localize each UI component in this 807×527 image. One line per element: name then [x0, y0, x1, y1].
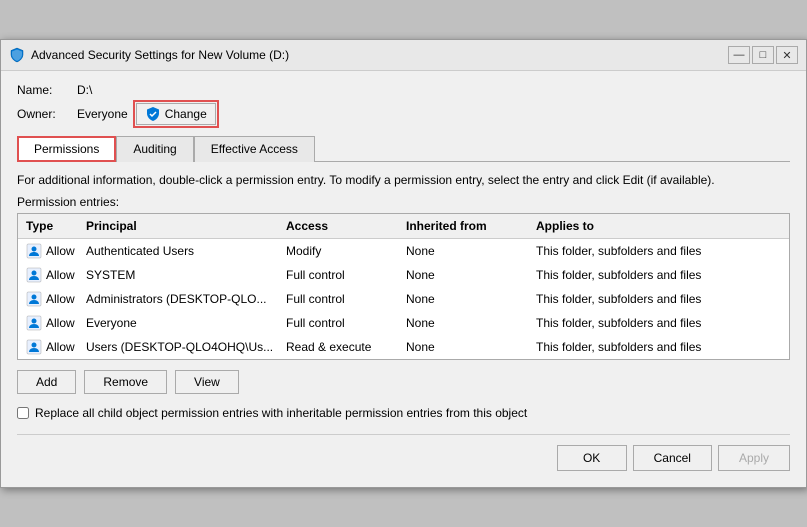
main-window: Advanced Security Settings for New Volum… — [0, 39, 807, 488]
perm-applies-to: This folder, subfolders and files — [532, 338, 742, 356]
add-button[interactable]: Add — [17, 370, 76, 394]
name-value: D:\ — [77, 83, 92, 97]
section-label: Permission entries: — [17, 195, 790, 209]
user-icon — [26, 339, 42, 355]
change-shield-icon — [145, 106, 161, 122]
perm-inherited-from: None — [402, 266, 532, 284]
perm-principal: Everyone — [82, 314, 282, 332]
perm-type: Allow — [22, 337, 82, 357]
table-row[interactable]: AllowUsers (DESKTOP-QLO4OHQ\Us...Read & … — [18, 335, 789, 359]
tab-effective-access[interactable]: Effective Access — [194, 136, 315, 162]
perm-access: Modify — [282, 242, 402, 260]
perm-type: Allow — [22, 289, 82, 309]
user-icon — [26, 291, 42, 307]
title-controls: — □ ✕ — [728, 46, 798, 64]
perm-access: Read & execute — [282, 338, 402, 356]
window-title: Advanced Security Settings for New Volum… — [31, 48, 289, 62]
tabs-container: Permissions Auditing Effective Access — [17, 135, 790, 162]
table-body: AllowAuthenticated UsersModifyNoneThis f… — [18, 239, 789, 359]
checkbox-row: Replace all child object permission entr… — [17, 406, 790, 420]
content-area: Name: D:\ Owner: Everyone Change Permiss… — [1, 71, 806, 487]
perm-applies-to: This folder, subfolders and files — [532, 242, 742, 260]
table-header: Type Principal Access Inherited from App… — [18, 214, 789, 239]
cancel-button[interactable]: Cancel — [633, 445, 712, 471]
perm-inherited-from: None — [402, 314, 532, 332]
perm-applies-to: This folder, subfolders and files — [532, 314, 742, 332]
col-applies-to: Applies to — [532, 217, 742, 235]
col-type: Type — [22, 217, 82, 235]
perm-principal: Authenticated Users — [82, 242, 282, 260]
ok-button[interactable]: OK — [557, 445, 627, 471]
perm-principal: Users (DESKTOP-QLO4OHQ\Us... — [82, 338, 282, 356]
perm-principal: SYSTEM — [82, 266, 282, 284]
perm-principal: Administrators (DESKTOP-QLO... — [82, 290, 282, 308]
perm-applies-to: This folder, subfolders and files — [532, 266, 742, 284]
maximize-button[interactable]: □ — [752, 46, 774, 64]
minimize-button[interactable]: — — [728, 46, 750, 64]
col-access: Access — [282, 217, 402, 235]
view-button[interactable]: View — [175, 370, 239, 394]
info-text: For additional information, double-click… — [17, 172, 790, 189]
checkbox-label: Replace all child object permission entr… — [35, 406, 527, 420]
user-icon — [26, 315, 42, 331]
owner-value: Everyone — [77, 107, 128, 121]
table-row[interactable]: AllowAdministrators (DESKTOP-QLO...Full … — [18, 287, 789, 311]
perm-inherited-from: None — [402, 242, 532, 260]
remove-button[interactable]: Remove — [84, 370, 167, 394]
footer-buttons: OK Cancel Apply — [17, 434, 790, 471]
perm-type: Allow — [22, 241, 82, 261]
table-row[interactable]: AllowSYSTEMFull controlNoneThis folder, … — [18, 263, 789, 287]
tab-auditing[interactable]: Auditing — [116, 136, 193, 162]
col-principal: Principal — [82, 217, 282, 235]
close-button[interactable]: ✕ — [776, 46, 798, 64]
user-icon — [26, 243, 42, 259]
perm-type: Allow — [22, 313, 82, 333]
perm-access: Full control — [282, 290, 402, 308]
name-row: Name: D:\ — [17, 83, 790, 97]
owner-row: Owner: Everyone Change — [17, 103, 790, 125]
name-label: Name: — [17, 83, 77, 97]
bottom-actions: Add Remove View — [17, 370, 790, 394]
col-inherited-from: Inherited from — [402, 217, 532, 235]
owner-label: Owner: — [17, 107, 77, 121]
permissions-table: Type Principal Access Inherited from App… — [17, 213, 790, 360]
title-bar-left: Advanced Security Settings for New Volum… — [9, 47, 289, 63]
tab-permissions[interactable]: Permissions — [17, 136, 116, 162]
perm-inherited-from: None — [402, 290, 532, 308]
perm-access: Full control — [282, 266, 402, 284]
change-btn-label: Change — [165, 107, 207, 121]
title-bar: Advanced Security Settings for New Volum… — [1, 40, 806, 71]
table-row[interactable]: AllowAuthenticated UsersModifyNoneThis f… — [18, 239, 789, 263]
change-button[interactable]: Change — [136, 103, 216, 125]
perm-type: Allow — [22, 265, 82, 285]
apply-button[interactable]: Apply — [718, 445, 790, 471]
replace-permissions-checkbox[interactable] — [17, 407, 29, 419]
table-row[interactable]: AllowEveryoneFull controlNoneThis folder… — [18, 311, 789, 335]
perm-access: Full control — [282, 314, 402, 332]
perm-inherited-from: None — [402, 338, 532, 356]
perm-applies-to: This folder, subfolders and files — [532, 290, 742, 308]
window-icon — [9, 47, 25, 63]
user-icon — [26, 267, 42, 283]
